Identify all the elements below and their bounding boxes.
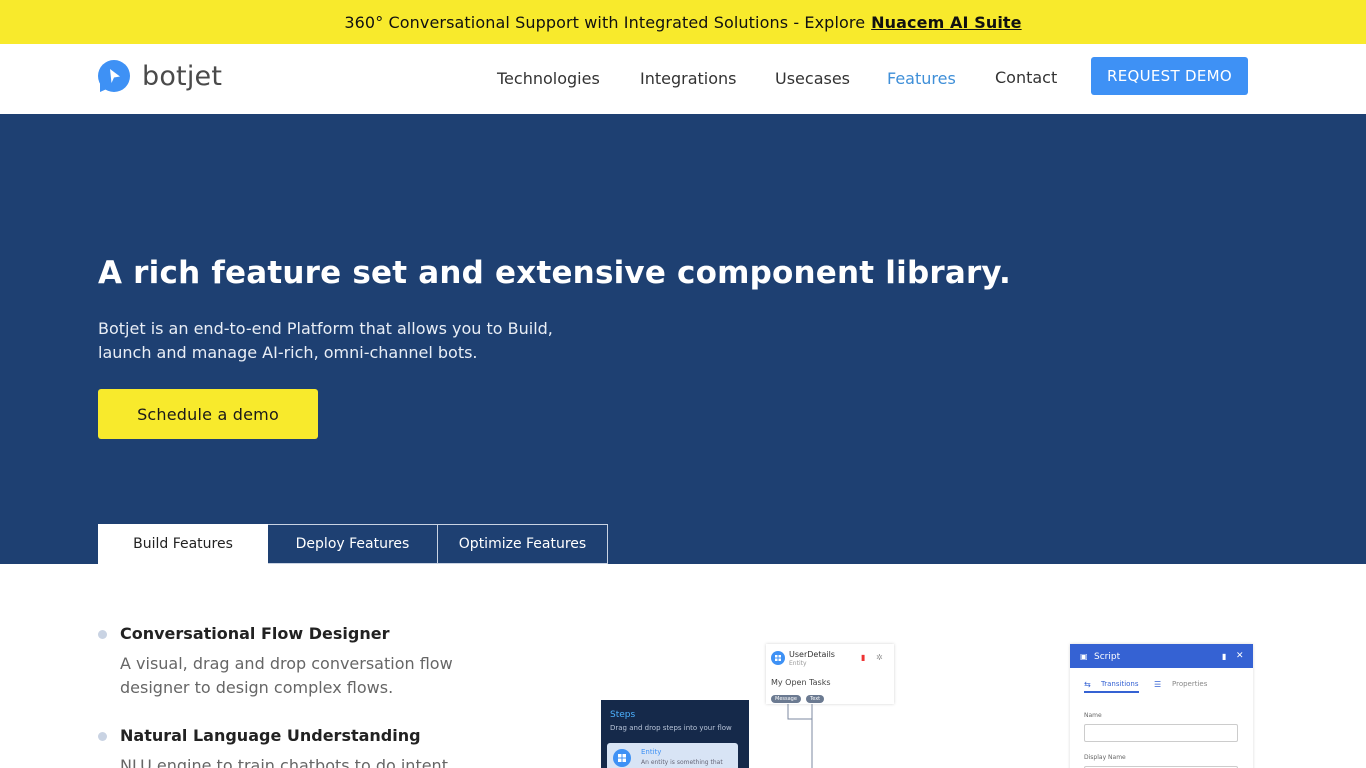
hero-section: A rich feature set and extensive compone… <box>0 114 1366 564</box>
chat-bubble-icon <box>98 60 130 92</box>
tab-properties: Properties <box>1172 680 1208 688</box>
card-subtitle: Entity <box>789 660 807 667</box>
name-input <box>1084 724 1238 742</box>
feature-description: NLU engine to train chatbots to do inten… <box>120 756 448 768</box>
steps-panel: Steps Drag and drop steps into your flow… <box>601 700 749 768</box>
nav-usecases[interactable]: Usecases <box>775 69 850 88</box>
feature-title: Natural Language Understanding <box>120 726 421 745</box>
card-task: My Open Tasks <box>771 678 831 687</box>
flow-designer-illustration: UserDetails Entity ▮ ✲ My Open Tasks Mes… <box>590 640 1270 768</box>
gear-icon: ✲ <box>876 653 883 662</box>
script-header: ▣ Script ▮ ✕ <box>1070 644 1253 668</box>
grid-icon <box>613 749 631 767</box>
tab-deploy-features[interactable]: Deploy Features <box>268 524 438 564</box>
message-chip: Message <box>771 695 801 703</box>
tab-transitions: Transitions <box>1101 680 1139 688</box>
steps-subtitle: Drag and drop steps into your flow <box>610 724 732 732</box>
connector-lines <box>787 704 813 768</box>
bullet-icon <box>98 630 107 639</box>
list-icon: ☰ <box>1154 680 1162 689</box>
entity-title: Entity <box>641 748 662 756</box>
tab-build-features[interactable]: Build Features <box>98 524 268 564</box>
script-icon: ▣ <box>1080 652 1088 661</box>
delete-icon: ▮ <box>1222 652 1227 661</box>
nav-features[interactable]: Features <box>887 69 956 88</box>
transitions-icon: ⇆ <box>1084 680 1091 689</box>
tab-optimize-features[interactable]: Optimize Features <box>438 524 608 564</box>
nuacem-suite-link[interactable]: Nuacem AI Suite <box>871 13 1021 32</box>
request-demo-button[interactable]: REQUEST DEMO <box>1091 57 1248 95</box>
hero-description: Botjet is an end-to-end Platform that al… <box>98 319 553 362</box>
entity-description: An entity is something that <box>641 759 723 766</box>
close-icon: ✕ <box>1236 651 1244 661</box>
name-label: Name <box>1084 712 1102 719</box>
display-name-label: Display Name <box>1084 754 1126 761</box>
entity-step[interactable]: Entity An entity is something that <box>607 743 738 768</box>
grid-icon <box>771 651 785 665</box>
card-title: UserDetails <box>789 650 835 659</box>
text-chip: Text <box>806 695 825 703</box>
nav-contact[interactable]: Contact <box>995 68 1057 87</box>
logo-text: botjet <box>142 60 223 92</box>
script-panel: ▣ Script ▮ ✕ ⇆ Transitions ☰ Properties … <box>1070 644 1253 768</box>
nav-integrations[interactable]: Integrations <box>640 69 737 88</box>
active-tab-underline <box>1084 691 1139 693</box>
botjet-logo[interactable]: botjet <box>98 58 222 94</box>
user-details-card: UserDetails Entity ▮ ✲ My Open Tasks Mes… <box>766 644 894 704</box>
nav-technologies[interactable]: Technologies <box>497 69 600 88</box>
announcement-bar: 360° Conversational Support with Integra… <box>0 0 1366 44</box>
feature-title: Conversational Flow Designer <box>120 624 390 643</box>
bullet-icon <box>98 732 107 741</box>
announcement-text: 360° Conversational Support with Integra… <box>344 12 866 32</box>
steps-title: Steps <box>610 710 636 720</box>
feature-description: A visual, drag and drop conversation flo… <box>120 654 453 697</box>
schedule-demo-button[interactable]: Schedule a demo <box>98 389 318 439</box>
feature-tabs: Build Features Deploy Features Optimize … <box>98 524 608 564</box>
delete-icon: ▮ <box>861 653 866 662</box>
script-title: Script <box>1094 652 1121 662</box>
hero-title: A rich feature set and extensive compone… <box>98 255 1011 291</box>
site-header: botjet Technologies Integrations Usecase… <box>0 44 1366 114</box>
